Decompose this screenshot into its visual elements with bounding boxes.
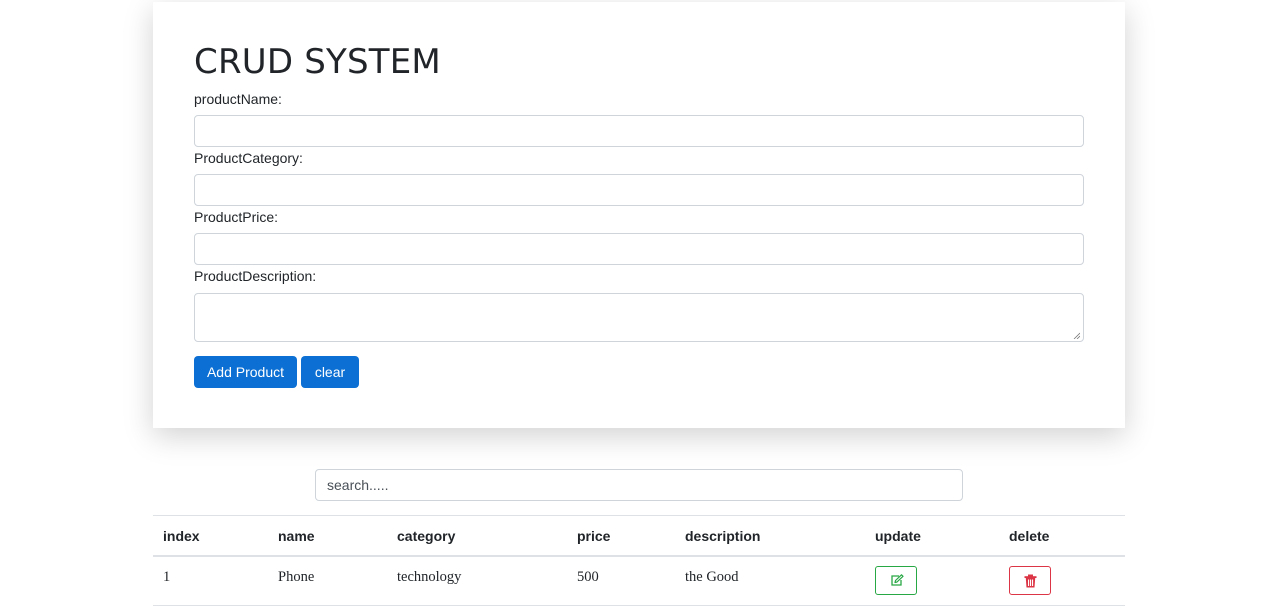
resize-handle-icon[interactable] [1073,332,1080,339]
product-description-label: ProductDescription: [194,268,317,284]
header-index: index [163,528,200,544]
product-price-label: ProductPrice: [194,209,279,225]
table-top-border [153,515,1125,516]
header-description: description [685,528,761,544]
product-price-input[interactable] [194,233,1084,265]
product-name-input[interactable] [194,115,1084,147]
product-form-card: CRUD SYSTEM productName: ProductCategory… [153,2,1125,428]
cell-category: technology [397,569,462,585]
table-header-border [153,555,1125,557]
product-name-label: productName: [194,91,282,107]
cell-price: 500 [577,569,599,585]
product-description-textarea[interactable] [194,293,1084,342]
clear-button[interactable]: clear [301,356,359,388]
header-price: price [577,528,611,544]
add-product-button[interactable]: Add Product [194,356,297,388]
edit-icon [891,574,904,586]
cell-description: the Good [685,569,739,585]
table-row-border [153,605,1125,606]
header-delete: delete [1009,528,1050,544]
page-title: CRUD SYSTEM [194,42,441,82]
header-update: update [875,528,921,544]
delete-button[interactable] [1009,566,1051,595]
update-button[interactable] [875,566,917,595]
search-input[interactable]: search..... [315,469,963,501]
header-name: name [278,528,315,544]
cell-index: 1 [163,569,171,585]
product-category-label: ProductCategory: [194,150,303,166]
header-category: category [397,528,456,544]
trash-icon [1024,574,1037,588]
cell-name: Phone [278,569,315,585]
product-category-input[interactable] [194,174,1084,206]
